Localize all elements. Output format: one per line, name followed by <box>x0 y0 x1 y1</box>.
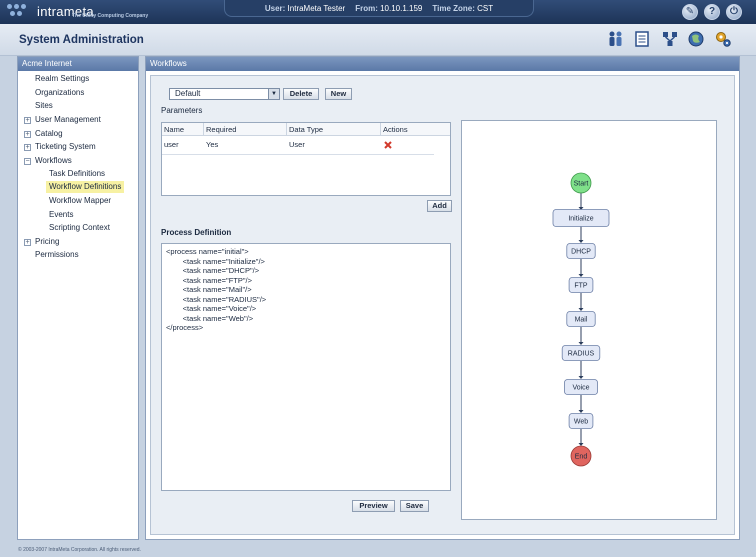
sidebar-item-label: Pricing <box>35 237 60 246</box>
workflow-diagram: Start Initialize DHCP FTP Mail RADIUS Voice Web… <box>461 120 717 520</box>
sidebar-item-label: Catalog <box>35 129 63 138</box>
expand-toggle-user-management[interactable]: + <box>24 117 31 124</box>
sidebar-item-user-management[interactable]: User Management <box>35 114 101 126</box>
diagram-arrowhead <box>578 410 584 413</box>
network-icon[interactable] <box>661 30 679 48</box>
sidebar-item-label: Events <box>49 210 74 219</box>
sidebar-item-workflows[interactable]: Workflows <box>35 155 72 167</box>
diagram-node-label: DHCP <box>571 249 591 256</box>
process-definition-editor[interactable]: <process name="initial"> <task name="Ini… <box>161 243 451 491</box>
page-title: System Administration <box>19 34 144 46</box>
sidebar-item-task-definitions[interactable]: Task Definitions <box>49 168 105 180</box>
workflows-panel-header: Workflows <box>146 57 739 71</box>
collapse-toggle-workflows[interactable]: − <box>24 158 31 165</box>
diagram-arrowhead <box>578 274 584 277</box>
timezone-label: Time Zone: <box>432 3 475 13</box>
session-info-bar: User: IntraMeta Tester From: 10.10.1.159… <box>224 0 534 17</box>
workflow-editor: Default ▼ Delete New Parameters Name Req… <box>150 75 735 535</box>
user-value: IntraMeta Tester <box>287 3 346 13</box>
sidebar-item-label: Task Definitions <box>49 169 106 178</box>
help-icon[interactable]: ? <box>704 4 720 20</box>
sidebar-item-permissions[interactable]: Permissions <box>35 249 79 261</box>
workflow-select[interactable]: Default ▼ <box>169 88 280 100</box>
users-icon[interactable] <box>607 30 625 48</box>
add-button[interactable]: Add <box>427 200 452 212</box>
chevron-down-icon[interactable]: ▼ <box>268 89 279 99</box>
sidebar-item-ticketing-system[interactable]: Ticketing System <box>35 141 96 153</box>
save-button[interactable]: Save <box>400 500 429 512</box>
diagram-arrowhead <box>578 308 584 311</box>
sidebar-item-workflow-definitions[interactable]: Workflow Definitions <box>46 181 125 193</box>
from-value: 10.10.1.159 <box>380 3 423 13</box>
cell-data-type: User <box>289 140 305 149</box>
column-header-data-type: Data Type <box>287 123 381 136</box>
sidebar-item-label: Workflows <box>35 156 72 165</box>
footer-copyright: © 2003-2007 IntraMeta Corporation. All r… <box>18 547 141 553</box>
sidebar-item-label: Scripting Context <box>49 223 110 232</box>
power-icon[interactable]: ⏻ <box>726 4 742 20</box>
diagram-node-label: FTP <box>574 283 588 290</box>
process-definition-label: Process Definition <box>161 228 232 237</box>
sidebar-item-label: Realm Settings <box>35 74 90 83</box>
top-bar: intrameta The Utility Computing Company … <box>0 0 756 24</box>
sidebar-item-catalog[interactable]: Catalog <box>35 128 63 140</box>
diagram-node-label: Web <box>574 419 588 426</box>
sidebar-item-events[interactable]: Events <box>49 209 73 221</box>
sidebar-item-label: Workflow Mapper <box>49 196 112 205</box>
workflow-select-value: Default <box>175 89 201 98</box>
settings-icon[interactable] <box>714 30 732 48</box>
sidebar-item-organizations[interactable]: Organizations <box>35 87 84 99</box>
diagram-node-label: RADIUS <box>568 351 595 358</box>
delete-row-icon[interactable] <box>384 141 392 149</box>
timezone-value: CST <box>477 3 494 13</box>
diagram-node-label: Initialize <box>568 216 593 223</box>
diagram-node-label: Mail <box>575 317 588 324</box>
diagram-arrowhead <box>578 342 584 345</box>
globe-icon[interactable] <box>687 30 705 48</box>
expand-toggle-pricing[interactable]: + <box>24 239 31 246</box>
sidebar-item-scripting-context[interactable]: Scripting Context <box>49 222 110 234</box>
column-header-actions: Actions <box>381 123 450 136</box>
sidebar-header: Acme Internet <box>18 57 138 71</box>
preview-button[interactable]: Preview <box>352 500 395 512</box>
sidebar-item-label: Workflow Definitions <box>49 182 122 191</box>
parameters-label: Parameters <box>161 106 203 115</box>
diagram-arrowhead <box>578 443 584 446</box>
page-header: System Administration <box>0 24 756 56</box>
delete-button[interactable]: Delete <box>283 88 319 100</box>
diagram-node-label: Start <box>574 181 589 188</box>
wrench-icon[interactable]: ✎ <box>682 4 698 20</box>
diagram-node-label: End <box>575 454 588 461</box>
user-label: User: <box>264 3 286 13</box>
sidebar-item-pricing[interactable]: Pricing <box>35 236 59 248</box>
catalog-icon[interactable] <box>634 30 652 48</box>
column-header-name: Name <box>162 123 204 136</box>
diagram-arrowhead <box>578 376 584 379</box>
sidebar-item-label: Organizations <box>35 88 85 97</box>
logo-tagline: The Utility Computing Company <box>72 13 149 19</box>
sidebar-item-realm-settings[interactable]: Realm Settings <box>35 73 89 85</box>
parameters-table: Name Required Data Type Actions user Yes… <box>161 122 451 196</box>
sidebar-item-sites[interactable]: Sites <box>35 100 53 112</box>
sidebar-item-label: Permissions <box>35 250 79 259</box>
column-header-required: Required <box>204 123 287 136</box>
sidebar: Acme Internet Realm Settings Organizatio… <box>17 56 139 540</box>
sidebar-item-label: Sites <box>35 101 53 110</box>
sidebar-item-label: User Management <box>35 115 101 124</box>
logo-mark <box>7 4 33 20</box>
expand-toggle-ticketing-system[interactable]: + <box>24 144 31 151</box>
new-button[interactable]: New <box>325 88 352 100</box>
diagram-arrowhead <box>578 240 584 243</box>
diagram-node-label: Voice <box>572 385 589 392</box>
expand-toggle-catalog[interactable]: + <box>24 131 31 138</box>
cell-required: Yes <box>206 140 219 149</box>
cell-name: user <box>164 140 179 149</box>
workflows-panel: Workflows Default ▼ Delete New Parameter… <box>145 56 740 540</box>
from-label: From: <box>355 3 378 13</box>
workflow-diagram-canvas: Start Initialize DHCP FTP Mail RADIUS Voice Web… <box>552 172 610 467</box>
sidebar-item-label: Ticketing System <box>35 142 96 151</box>
sidebar-item-workflow-mapper[interactable]: Workflow Mapper <box>49 195 111 207</box>
